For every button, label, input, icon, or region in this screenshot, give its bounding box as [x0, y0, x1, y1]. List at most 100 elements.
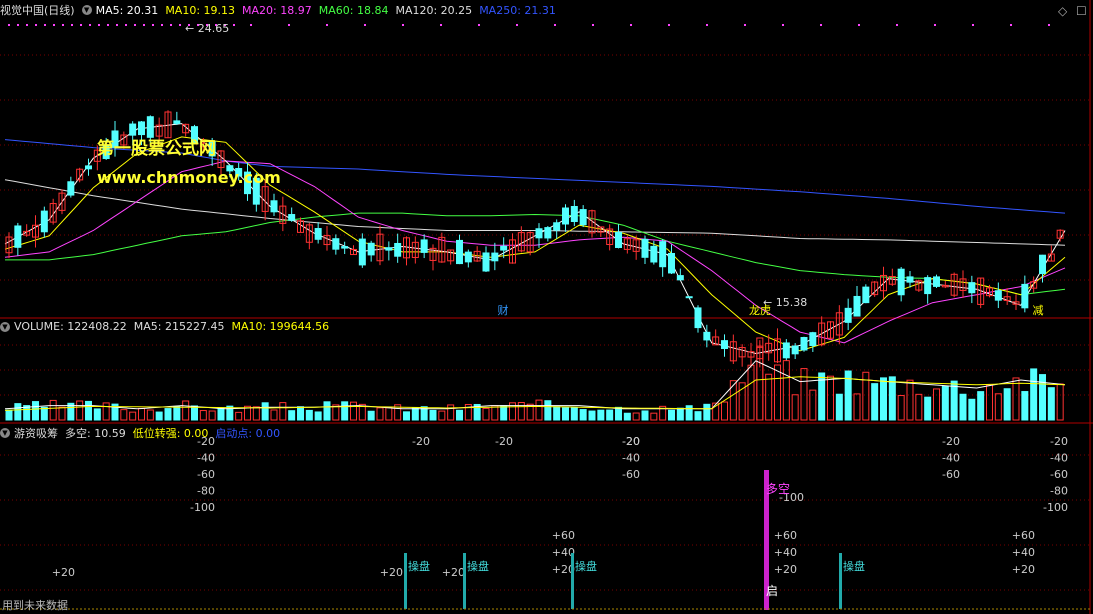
- ma-legend-item: MA120: 20.25: [395, 3, 473, 17]
- volume-bar: [544, 400, 552, 421]
- indicator-pos-tick: +40: [774, 546, 797, 559]
- signal-dot: [233, 24, 235, 26]
- event-marker-label: 财: [498, 303, 509, 317]
- volume-bar: [191, 405, 198, 421]
- caopan-signal-bar: [463, 553, 466, 609]
- event-marker-label: 减: [1033, 304, 1044, 317]
- volume-bar: [1030, 368, 1038, 421]
- candle-body: [535, 228, 543, 239]
- candle-body: [500, 245, 508, 251]
- indicator-neg-tick: -100: [1043, 501, 1068, 514]
- signal-dot: [179, 24, 181, 26]
- watermark-name: 第一股票公式网: [97, 139, 216, 159]
- indicator-name: 游资吸筹: [14, 427, 58, 440]
- candle-body: [721, 340, 728, 349]
- candle-body: [332, 238, 340, 250]
- indicator-pos-tick: +20: [1012, 563, 1035, 576]
- volume-bar: [615, 406, 622, 421]
- indicator-neg-tick: -20: [942, 435, 960, 448]
- ma-legend-item: MA60: 18.84: [318, 3, 389, 17]
- volume-bar: [1056, 383, 1064, 421]
- signal-dot: [71, 24, 73, 26]
- caopan-label: 操盘: [843, 559, 865, 573]
- ma-toggle-icon[interactable]: ▼: [81, 5, 92, 15]
- candle-body: [668, 252, 675, 274]
- caopan-label: 操盘: [467, 559, 489, 573]
- volume-bar: [40, 406, 48, 421]
- candle-body: [491, 252, 499, 262]
- signal-dot: [17, 24, 19, 26]
- close-icon[interactable]: ☐: [1076, 4, 1087, 18]
- candle-body: [341, 246, 349, 249]
- candle-body: [456, 239, 463, 265]
- volume-bar: [429, 409, 437, 421]
- signal-dot: [89, 24, 91, 26]
- candle-body: [367, 242, 375, 256]
- volume-bar: [632, 412, 640, 421]
- indicator-pos-tick: +20: [380, 566, 403, 579]
- signal-dot: [170, 24, 172, 26]
- volume-bar: [597, 409, 605, 421]
- volume-bar: [456, 409, 463, 421]
- volume-bar: [588, 410, 596, 421]
- security-title: 视觉中国(日线): [0, 4, 75, 17]
- volume-bar: [668, 409, 675, 421]
- candle-body: [650, 245, 658, 263]
- signal-dot: [554, 24, 556, 26]
- signal-dot: [98, 24, 100, 26]
- volume-bar: [76, 400, 84, 421]
- candle-body: [897, 268, 905, 296]
- candle-body: [853, 295, 861, 317]
- volume-bar: [685, 405, 693, 421]
- signal-dot: [820, 24, 822, 26]
- candle-body: [173, 120, 181, 124]
- indicator-neg-tick: -20: [1050, 435, 1068, 448]
- indicator-neg-tick: -20: [412, 435, 430, 448]
- indicator-neg-tick: -20: [622, 435, 640, 448]
- volume-bar: [385, 407, 393, 421]
- signal-dot: [44, 24, 46, 26]
- signal-dot: [668, 24, 670, 26]
- volume-bar: [482, 407, 490, 421]
- volume-toggle-icon[interactable]: ▼: [0, 321, 10, 332]
- candle-body: [968, 282, 976, 294]
- signal-dot: [706, 24, 708, 26]
- volume-bar: [623, 412, 631, 421]
- signal-dot: [326, 24, 328, 26]
- candle-body: [994, 290, 1002, 301]
- candle-body: [420, 239, 428, 253]
- indicator-neg-tick: -60: [942, 468, 960, 481]
- volume-bar: [835, 393, 843, 421]
- caopan-signal-bar: [839, 553, 842, 609]
- candle-body: [138, 121, 145, 136]
- signal-dot: [972, 24, 974, 26]
- candle-body: [14, 225, 22, 248]
- candle-body: [615, 231, 622, 248]
- signal-dot: [896, 24, 898, 26]
- indicator-toggle-icon[interactable]: ▼: [0, 428, 10, 438]
- volume-bar: [350, 401, 357, 421]
- indicator-neg-tick: -40: [197, 452, 215, 465]
- volume-bar: [968, 398, 976, 421]
- stock-chart[interactable]: ← 24.65← 15.38财 龙虎 减-20-40-60-80-100-20-40…: [0, 0, 1093, 614]
- volume-bar: [146, 409, 154, 421]
- candle-body: [1039, 254, 1046, 275]
- signal-dot: [8, 24, 10, 26]
- volume-bar: [553, 406, 561, 421]
- signal-dot: [1048, 24, 1050, 26]
- candle-body: [676, 275, 684, 281]
- candle-body: [358, 238, 366, 266]
- candle-body: [694, 307, 702, 329]
- volume-bar: [173, 405, 181, 421]
- high-price-label: ← 24.65: [185, 22, 229, 35]
- signal-dot: [250, 24, 252, 26]
- candle-body: [270, 200, 278, 213]
- candle-body: [570, 205, 578, 222]
- signal-dot: [80, 24, 82, 26]
- volume-bar: [747, 364, 755, 421]
- signal-dot: [152, 24, 154, 26]
- diamond-icon[interactable]: ◇: [1058, 4, 1067, 18]
- volume-bar: [32, 401, 39, 421]
- volume-bar: [570, 407, 578, 421]
- volume-bar: [182, 400, 190, 421]
